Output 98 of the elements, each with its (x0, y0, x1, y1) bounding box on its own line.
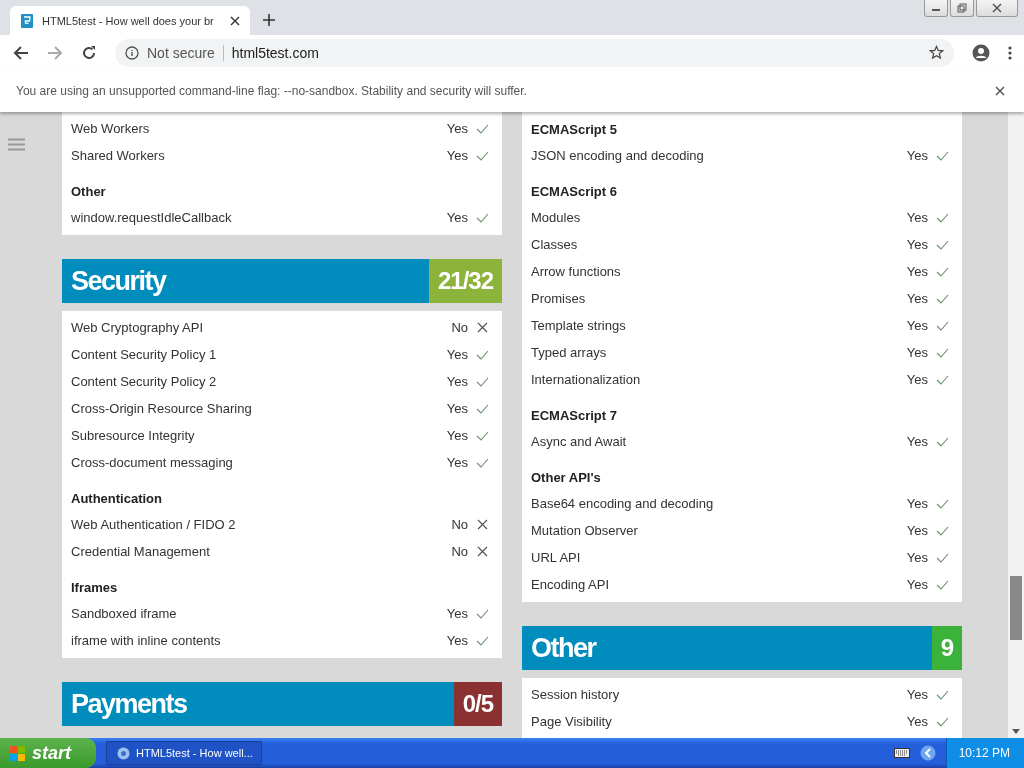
feature-name: Mutation Observer (531, 523, 639, 538)
scrollbar-thumb[interactable] (1010, 576, 1022, 640)
feature-name: Template strings (531, 318, 627, 333)
feature-name: Shared Workers (71, 148, 166, 163)
feature-name: Content Security Policy 1 (71, 347, 218, 362)
feature-name: Sandboxed iframe (71, 606, 178, 621)
result-text: Yes (446, 606, 468, 621)
section-score: 9 (931, 626, 962, 670)
keyboard-icon[interactable] (893, 748, 910, 758)
result-text: Yes (446, 210, 468, 225)
taskbar-button[interactable]: HTML5test - How well... (106, 741, 262, 765)
group-heading: Authentication (70, 490, 163, 508)
feature-name: Subresource Integrity (71, 428, 196, 443)
feature-name: Modules (531, 210, 582, 225)
address-bar[interactable]: Not secure html5test.com (115, 38, 954, 67)
result-text: Yes (906, 550, 928, 565)
scrollbar[interactable] (1008, 112, 1024, 738)
back-arrow-icon[interactable] (13, 44, 29, 61)
feature-name: Encoding API (531, 577, 611, 592)
clock: 10:12 PM (945, 738, 1024, 768)
feature-name: Page Visibility (531, 714, 613, 729)
result-text: Yes (446, 121, 468, 136)
result-text: Yes (446, 428, 468, 443)
result-text: Yes (906, 210, 928, 225)
feature-name: Internationalization (531, 372, 642, 387)
section-title: Payments (70, 688, 188, 720)
feature-name: Arrow functions (531, 264, 622, 279)
group-heading: Other (70, 183, 107, 201)
result-text: Yes (446, 455, 468, 470)
restore-button[interactable] (950, 0, 974, 17)
result-text: Yes (906, 523, 928, 538)
result-text: Yes (906, 577, 928, 592)
close-button[interactable] (976, 0, 1018, 17)
restore-icon (957, 3, 967, 13)
group-heading: ECMAScript 6 (530, 183, 618, 201)
feature-name: Async and Await (531, 434, 628, 449)
result-text: Yes (906, 434, 928, 449)
browser-tab[interactable]: HTML5test - How well does your br (10, 6, 250, 35)
result-text: Yes (906, 237, 928, 252)
chevron-left-icon[interactable] (919, 745, 936, 761)
feature-name: Credential Management (71, 544, 211, 559)
feature-name: Cross-document messaging (71, 455, 234, 470)
minimize-button[interactable] (924, 0, 948, 17)
windows-flag-icon (10, 745, 26, 761)
feature-name: URL API (531, 550, 582, 565)
result-text: Yes (446, 374, 468, 389)
result-text: No (451, 544, 468, 559)
result-text: No (451, 320, 468, 335)
group-heading: ECMAScript 7 (530, 407, 618, 425)
feature-name: Promises (531, 291, 587, 306)
browser-icon (117, 746, 130, 760)
group-heading: ECMAScript 5 (530, 121, 618, 139)
feature-name: Web Cryptography API (71, 320, 204, 335)
result-text: Yes (906, 372, 928, 387)
account-icon[interactable] (972, 43, 990, 62)
feature-name: Base64 encoding and decoding (531, 496, 715, 511)
group-heading: Other API's (530, 469, 602, 487)
menu-dots-icon[interactable] (1008, 45, 1012, 60)
security-label: Not secure (147, 44, 224, 61)
feature-name: Session history (531, 687, 621, 702)
result-text: Yes (906, 345, 928, 360)
section-score: 21/32 (428, 259, 502, 303)
feature-name: JSON encoding and decoding (531, 148, 705, 163)
result-text: Yes (906, 148, 928, 163)
reload-icon[interactable] (81, 44, 97, 61)
close-icon[interactable] (995, 86, 1005, 96)
feature-name: Web Authentication / FIDO 2 (71, 517, 237, 532)
group-heading: Iframes (70, 579, 119, 597)
warning-message: You are using an unsupported command-line flag: --no-sandbox. Stability and security will suffer. (16, 84, 527, 98)
result-text: Yes (446, 347, 468, 362)
result-text: Yes (906, 264, 928, 279)
feature-name: Cross-Origin Resource Sharing (71, 401, 253, 416)
url-text: html5test.com (231, 44, 320, 61)
result-text: Yes (446, 148, 468, 163)
feature-name: window.requestIdleCallback (71, 210, 233, 225)
close-icon (992, 3, 1002, 13)
section-score: 0/5 (453, 682, 502, 726)
result-text: Yes (446, 633, 468, 648)
result-text: Yes (906, 318, 928, 333)
result-text: No (451, 517, 468, 532)
close-icon[interactable] (230, 15, 240, 26)
section-title: Security (70, 265, 168, 297)
result-text: Yes (446, 401, 468, 416)
feature-name: iframe with inline contents (71, 633, 222, 648)
feature-name: Content Security Policy 2 (71, 374, 218, 389)
info-icon (125, 45, 139, 60)
result-text: Yes (906, 714, 928, 729)
feature-name: Web Workers (71, 121, 151, 136)
feature-name: Typed arrays (531, 345, 608, 360)
scroll-down-arrow-icon[interactable] (1012, 729, 1020, 734)
result-text: Yes (906, 687, 928, 702)
star-icon[interactable] (929, 45, 944, 60)
result-text: Yes (906, 291, 928, 306)
section-title: Other (530, 632, 598, 664)
result-text: Yes (906, 496, 928, 511)
plus-icon[interactable] (262, 13, 276, 27)
html5-shield-icon (20, 13, 34, 28)
feature-name: Classes (531, 237, 579, 252)
